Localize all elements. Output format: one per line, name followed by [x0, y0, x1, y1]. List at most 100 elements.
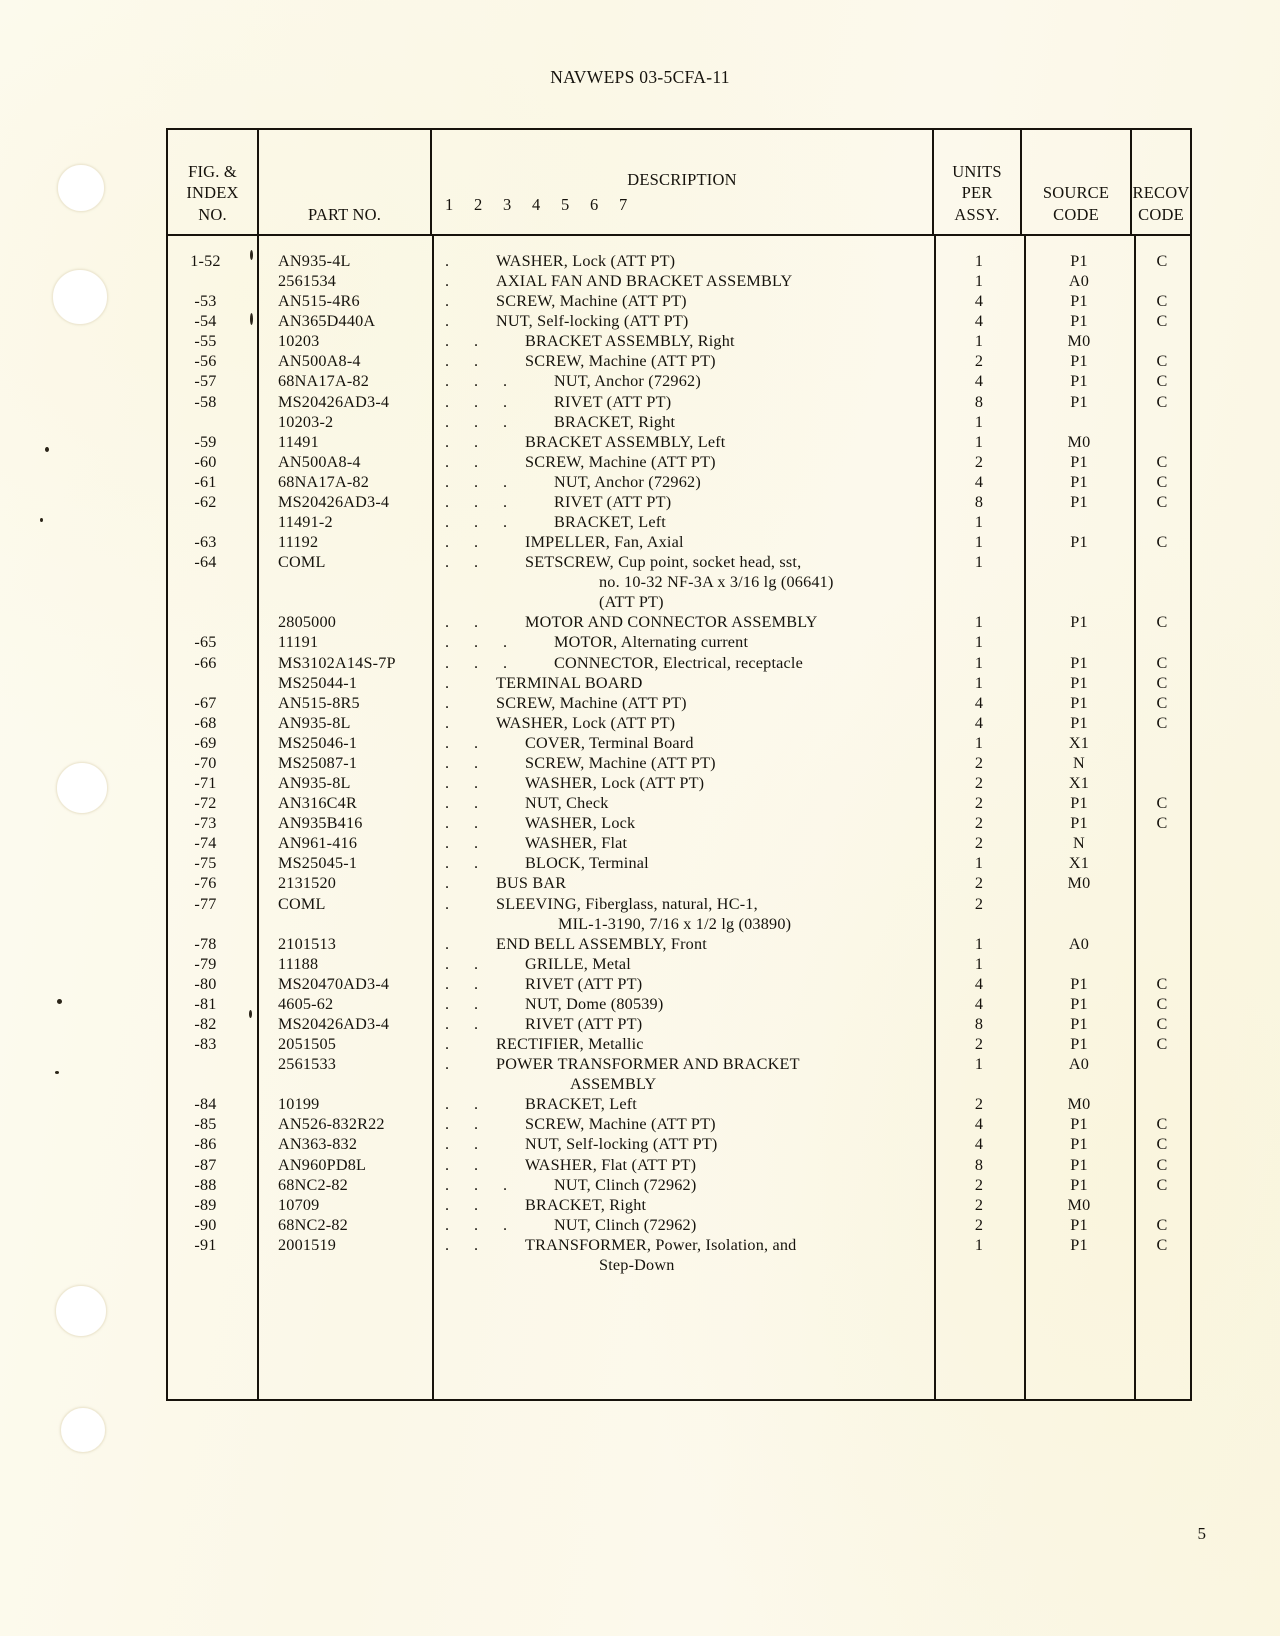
cell-description: .. GRILLE, Metal [432, 954, 934, 974]
cell-part-no: AN515-8R5 [278, 693, 360, 712]
indent-level-dots: ... [445, 653, 532, 673]
description-text: WASHER, Lock (ATT PT) [496, 252, 676, 270]
cell-units-per-assy [934, 592, 1024, 612]
table-row: -67 AN515-8R5. SCREW, Machine (ATT PT) 4 P1 C [168, 693, 1190, 713]
table-row-continuation: Step-Down [168, 1255, 1190, 1275]
cell-description: ... CONNECTOR, Electrical, receptacle [432, 653, 934, 673]
indent-dot: . [474, 412, 479, 431]
table-header-row: FIG. & INDEX NO. PART NO. DESCRIPTION 1 2… [168, 130, 1190, 236]
cell-description: . POWER TRANSFORMER AND BRACKET [432, 1054, 934, 1074]
cell-fig-index: -66 [194, 653, 217, 672]
cell-source-code: P1 [1070, 673, 1088, 692]
cell-units-per-assy: 1 [974, 1235, 984, 1254]
cell-recov-code: C [1156, 1235, 1168, 1254]
cell-fig-index: -68 [194, 713, 217, 732]
cell-source-code: N [1073, 753, 1085, 772]
indent-dot: . [503, 513, 508, 532]
description-text: TRANSFORMER, Power, Isolation, and [525, 1235, 797, 1254]
description-text: SCREW, Machine (ATT PT) [525, 1115, 716, 1134]
level-marker-6: 6 [590, 195, 599, 214]
indent-dot: . [474, 372, 479, 391]
table-row: 10203-2... BRACKET, Right 1 [168, 412, 1190, 432]
cell-part-no: MS20426AD3-4 [278, 492, 390, 511]
level-marker-7: 7 [619, 195, 628, 214]
indent-dot: . [445, 854, 450, 873]
cell-recov-code [1134, 1195, 1190, 1215]
cell-fig-index: -57 [194, 372, 217, 391]
cell-recov-code: C [1156, 452, 1168, 471]
description-text: POWER TRANSFORMER AND BRACKET [496, 1055, 800, 1074]
indent-level-dots: ... [445, 1215, 532, 1235]
indent-dot: . [474, 814, 479, 833]
cell-source-code [1024, 632, 1134, 652]
cell-part-no: COML [278, 553, 326, 572]
indent-dot: . [445, 713, 450, 732]
indent-level-dots: . [445, 271, 474, 291]
table-row: -81 4605-62.. NUT, Dome (80539) 4 P1 C [168, 994, 1190, 1014]
level-marker-4: 4 [532, 195, 541, 214]
cell-units-per-assy: 4 [974, 994, 984, 1013]
cell-description: no. 10-32 NF-3A x 3/16 lg (06641) [432, 572, 934, 592]
indent-level-dots: ... [445, 492, 532, 512]
cell-fig-index [168, 1255, 257, 1275]
cell-part-no [257, 592, 432, 612]
cell-part-no: AN935-8L [278, 713, 351, 732]
indent-dot: . [474, 994, 479, 1013]
cell-fig-index: -67 [194, 693, 217, 712]
table-row: -70 MS25087-1.. SCREW, Machine (ATT PT) 2 N [168, 753, 1190, 773]
units-line-2: PER [961, 183, 993, 203]
binder-hole-punch [60, 1407, 106, 1453]
cell-units-per-assy: 1 [974, 533, 984, 552]
cell-fig-index: -88 [194, 1175, 217, 1194]
description-continuation-text: MIL-1-3190, 7/16 x 1/2 lg (03890) [558, 914, 792, 933]
cell-description: ... NUT, Anchor (72962) [432, 472, 934, 492]
cell-units-per-assy: 4 [974, 713, 984, 732]
fig-index-line-2: INDEX [186, 183, 239, 203]
cell-part-no: AN961-416 [278, 834, 358, 853]
indent-dot: . [445, 492, 450, 511]
table-row: -60 AN500A8-4.. SCREW, Machine (ATT PT) 2 P1… [168, 452, 1190, 472]
cell-source-code [1024, 914, 1134, 934]
cell-units-per-assy: 2 [974, 452, 984, 471]
cell-part-no: 2051505 [278, 1035, 337, 1054]
cell-part-no: AN935B416 [278, 814, 363, 833]
cell-source-code: X1 [1068, 733, 1090, 752]
cell-fig-index: -87 [194, 1155, 217, 1174]
table-row-continuation: (ATT PT) [168, 592, 1190, 612]
indent-dot: . [445, 1175, 450, 1194]
cell-source-code: P1 [1070, 1155, 1088, 1174]
indent-level-dots: .. [445, 432, 503, 452]
indent-dot: . [445, 613, 450, 632]
table-row: -63 11192.. IMPELLER, Fan, Axial 1 P1 C [168, 532, 1190, 552]
indent-level-dots: .. [445, 331, 503, 351]
cell-description: .. BRACKET ASSEMBLY, Left [432, 432, 934, 452]
description-text: RIVET (ATT PT) [554, 392, 672, 411]
table-row: -86 AN363-832.. NUT, Self-locking (ATT PT)… [168, 1134, 1190, 1154]
cell-recov-code [1134, 432, 1190, 452]
indent-dot: . [474, 774, 479, 793]
indent-level-dots: .. [445, 974, 503, 994]
table-row: -88 68NC2-82... NUT, Clinch (72962) 2 P1 C [168, 1175, 1190, 1195]
description-text: COVER, Terminal Board [525, 733, 694, 752]
indent-dot: . [503, 472, 508, 491]
cell-source-code: P1 [1070, 312, 1088, 331]
indent-level-dots: .. [445, 552, 503, 572]
indent-dot: . [503, 492, 508, 511]
indent-level-dots: ... [445, 472, 532, 492]
cell-source-code: P1 [1070, 392, 1088, 411]
cell-fig-index [168, 592, 257, 612]
indent-dot: . [503, 392, 508, 411]
indent-dot: . [445, 1035, 450, 1054]
indent-dot: . [445, 934, 450, 953]
indent-dot: . [503, 653, 508, 672]
table-row: -87 AN960PD8L.. WASHER, Flat (ATT PT) 8 P1 C [168, 1155, 1190, 1175]
cell-description: ... NUT, Clinch (72962) [432, 1175, 934, 1195]
cell-description: .. BRACKET ASSEMBLY, Right [432, 331, 934, 351]
cell-description: Step-Down [432, 1255, 934, 1275]
cell-recov-code: C [1156, 492, 1168, 511]
description-text: WASHER, Lock (ATT PT) [496, 713, 676, 732]
cell-recov-code [1134, 773, 1190, 793]
cell-units-per-assy: 8 [974, 392, 984, 411]
indent-dot: . [474, 452, 479, 471]
cell-description: .. WASHER, Flat [432, 833, 934, 853]
